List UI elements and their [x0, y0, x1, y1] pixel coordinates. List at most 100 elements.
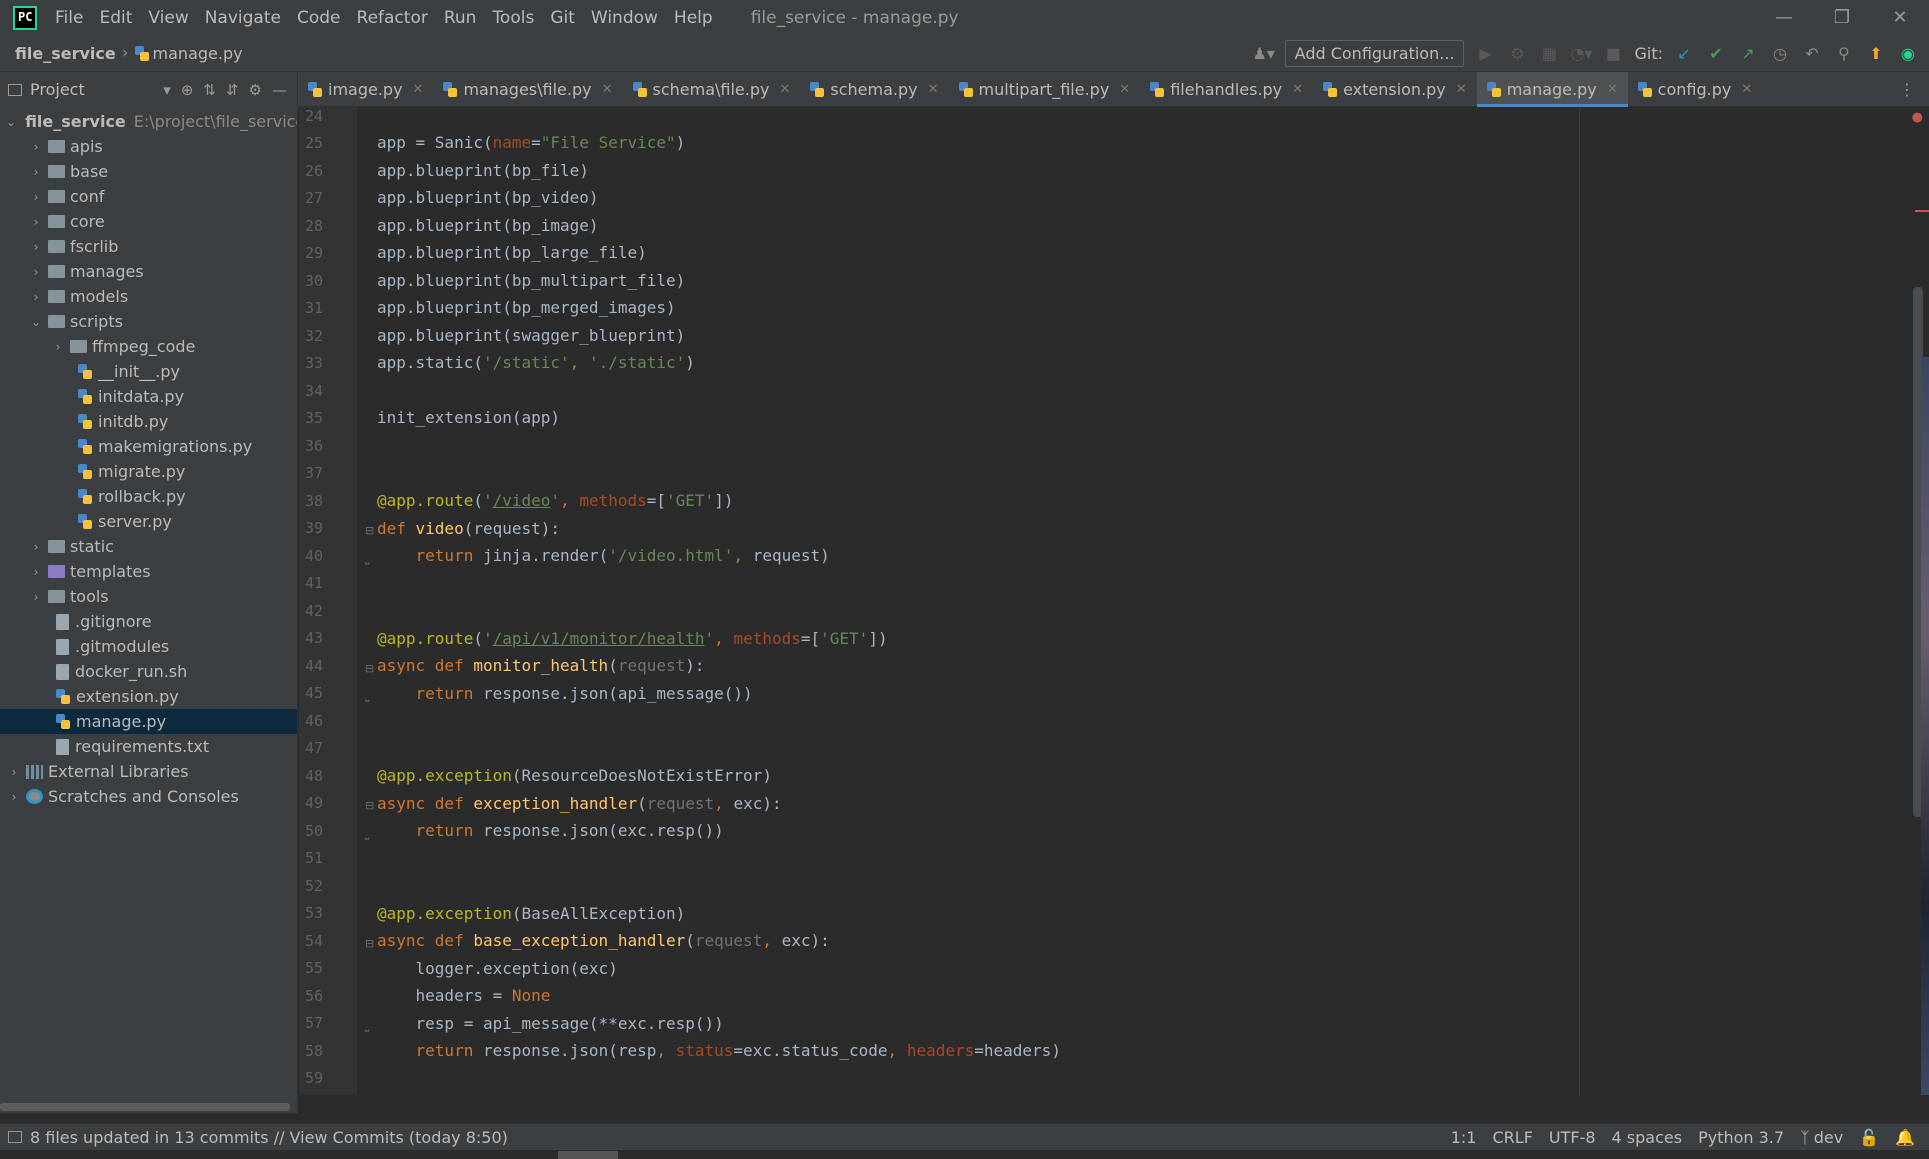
tree-item-root[interactable]: ⌄ file_service E:\project\file_service: [0, 109, 297, 134]
history-icon[interactable]: ◷: [1769, 43, 1791, 65]
close-tab-icon[interactable]: ✕: [1292, 82, 1303, 97]
fold-icon[interactable]: ⊟: [365, 799, 374, 812]
menu-window[interactable]: Window: [583, 8, 666, 28]
minimize-icon[interactable]: —: [1755, 0, 1813, 35]
menu-help[interactable]: Help: [666, 8, 721, 28]
tree-item-requirements-txt[interactable]: requirements.txt: [0, 734, 297, 759]
tree-item-manage-py[interactable]: manage.py: [0, 709, 297, 734]
tree-item-ffmpeg-code[interactable]: › ffmpeg_code: [0, 334, 297, 359]
menu-code[interactable]: Code: [289, 8, 349, 28]
tree-item-models[interactable]: › models: [0, 284, 297, 309]
error-indicator-icon[interactable]: ●: [1912, 110, 1923, 125]
close-tab-icon[interactable]: ✕: [1119, 82, 1130, 97]
close-icon[interactable]: ✕: [1871, 0, 1929, 35]
tree-item-core[interactable]: › core: [0, 209, 297, 234]
chevron-right-icon[interactable]: ›: [28, 190, 44, 204]
error-stripe-marker[interactable]: [1915, 210, 1929, 212]
menu-tools[interactable]: Tools: [484, 8, 542, 28]
menu-navigate[interactable]: Navigate: [197, 8, 289, 28]
tab-manages-file-py[interactable]: manages\file.py ✕: [433, 72, 622, 107]
hide-icon[interactable]: —: [272, 81, 287, 99]
caret-position[interactable]: 1:1: [1451, 1128, 1477, 1147]
chevron-right-icon[interactable]: ›: [28, 215, 44, 229]
plugin-icon[interactable]: ◉: [1897, 43, 1919, 65]
close-tab-icon[interactable]: ✕: [1607, 82, 1618, 97]
tab-filehandles-py[interactable]: filehandles.py ✕: [1140, 72, 1313, 107]
close-tab-icon[interactable]: ✕: [413, 82, 424, 97]
project-panel-title[interactable]: Project: [30, 80, 85, 99]
rollback-icon[interactable]: ↶: [1801, 43, 1823, 65]
chevron-down-icon[interactable]: ▾: [163, 81, 171, 99]
close-tab-icon[interactable]: ✕: [602, 82, 613, 97]
add-configuration-button[interactable]: Add Configuration...: [1284, 40, 1465, 67]
user-icon[interactable]: ♟▾: [1252, 43, 1274, 65]
tree-item-docker-run-sh[interactable]: docker_run.sh: [0, 659, 297, 684]
lock-icon[interactable]: 🔓: [1859, 1128, 1879, 1147]
git-branch[interactable]: ᛉ dev: [1800, 1128, 1843, 1147]
chevron-right-icon[interactable]: ›: [28, 140, 44, 154]
tab-config-py[interactable]: config.py ✕: [1628, 72, 1763, 107]
menu-run[interactable]: Run: [436, 8, 485, 28]
chevron-right-icon[interactable]: ›: [50, 340, 66, 354]
locate-icon[interactable]: ⊕: [181, 81, 194, 99]
chevron-down-icon[interactable]: ⌄: [6, 115, 16, 129]
tree-item-apis[interactable]: › apis: [0, 134, 297, 159]
gear-icon[interactable]: ⚙: [249, 81, 262, 99]
git-commit-icon[interactable]: ✔: [1705, 43, 1727, 65]
indent-setting[interactable]: 4 spaces: [1612, 1128, 1683, 1147]
chevron-right-icon[interactable]: ›: [28, 590, 44, 604]
tree-item-initdb-py[interactable]: initdb.py: [0, 409, 297, 434]
line-separator[interactable]: CRLF: [1492, 1128, 1532, 1147]
file-encoding[interactable]: UTF-8: [1549, 1128, 1596, 1147]
tool-windows-toggle-icon[interactable]: [8, 1131, 22, 1143]
tree-item-server-py[interactable]: server.py: [0, 509, 297, 534]
fold-icon[interactable]: ⊟: [365, 662, 374, 675]
tree-item-makemigrations-py[interactable]: makemigrations.py: [0, 434, 297, 459]
menu-view[interactable]: View: [140, 8, 196, 28]
profile-icon[interactable]: ◔▾: [1570, 43, 1592, 65]
menu-edit[interactable]: Edit: [91, 8, 140, 28]
status-message[interactable]: 8 files updated in 13 commits // View Co…: [30, 1128, 508, 1147]
tab-multipart-file-py[interactable]: multipart_file.py ✕: [949, 72, 1141, 107]
fold-end-icon[interactable]: ⎵: [365, 827, 369, 841]
close-tab-icon[interactable]: ✕: [779, 82, 790, 97]
fold-end-icon[interactable]: ⎵: [365, 1019, 369, 1033]
close-tab-icon[interactable]: ✕: [928, 82, 939, 97]
breadcrumb-root[interactable]: file_service: [15, 44, 116, 63]
tab-schema-file-py[interactable]: schema\file.py ✕: [623, 72, 801, 107]
tree-item-initdata-py[interactable]: initdata.py: [0, 384, 297, 409]
git-push-icon[interactable]: ↗: [1737, 43, 1759, 65]
chevron-down-icon[interactable]: ⌄: [28, 315, 44, 329]
tree-item-external-libraries[interactable]: › External Libraries: [0, 759, 297, 784]
collapse-all-icon[interactable]: ⇵: [226, 81, 239, 99]
tree-item-manages[interactable]: › manages: [0, 259, 297, 284]
tree-item-conf[interactable]: › conf: [0, 184, 297, 209]
tree-item-gitmodules[interactable]: .gitmodules: [0, 634, 297, 659]
coverage-icon[interactable]: ▦: [1538, 43, 1560, 65]
tree-item-static[interactable]: › static: [0, 534, 297, 559]
search-icon[interactable]: ⚲: [1833, 43, 1855, 65]
git-update-icon[interactable]: ↙: [1673, 43, 1695, 65]
expand-all-icon[interactable]: ⇅: [203, 81, 216, 99]
chevron-right-icon[interactable]: ›: [28, 165, 44, 179]
tab-image-py[interactable]: image.py ✕: [298, 72, 433, 107]
chevron-right-icon[interactable]: ›: [28, 265, 44, 279]
close-tab-icon[interactable]: ✕: [1456, 82, 1467, 97]
python-interpreter[interactable]: Python 3.7: [1698, 1128, 1784, 1147]
tree-item-rollback-py[interactable]: rollback.py: [0, 484, 297, 509]
breadcrumb-file[interactable]: manage.py: [134, 44, 243, 63]
tree-item-tools[interactable]: › tools: [0, 584, 297, 609]
tree-item-extension-py[interactable]: extension.py: [0, 684, 297, 709]
update-available-icon[interactable]: ⬆: [1865, 43, 1887, 65]
tab-manage-py[interactable]: manage.py ✕: [1476, 72, 1628, 107]
horizontal-scrollbar[interactable]: [0, 1103, 290, 1111]
close-tab-icon[interactable]: ✕: [1741, 82, 1752, 97]
tree-item-migrate-py[interactable]: migrate.py: [0, 459, 297, 484]
chevron-right-icon[interactable]: ›: [6, 765, 22, 779]
tab-schema-py[interactable]: schema.py ✕: [800, 72, 948, 107]
debug-icon[interactable]: ⚙: [1506, 43, 1528, 65]
code-editor[interactable]: 24 25 26 27 28 29 30 31 32 33 34 35 36 3…: [299, 107, 1929, 1095]
tree-item-scripts[interactable]: ⌄ scripts: [0, 309, 297, 334]
notifications-icon[interactable]: 🔔: [1895, 1128, 1915, 1147]
tab-extension-py[interactable]: extension.py ✕: [1313, 72, 1477, 107]
